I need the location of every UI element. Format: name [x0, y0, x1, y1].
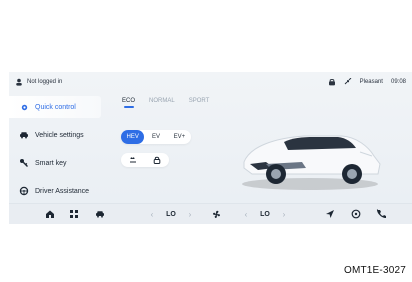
- tab-label: SPORT: [188, 98, 210, 104]
- left-temperature: LO: [159, 208, 183, 220]
- sidebar-item-label: Driver Assistance: [35, 187, 90, 195]
- right-temperature: LO: [253, 208, 277, 220]
- sidebar: Quick control Vehicle settings Smart key…: [9, 96, 101, 206]
- mode-hev-button[interactable]: HEV: [121, 130, 145, 144]
- key-icon: [19, 158, 29, 168]
- seat-heater-icon[interactable]: [127, 154, 139, 166]
- person-icon: [15, 78, 23, 86]
- car-icon: [19, 130, 29, 140]
- lock-icon: [328, 78, 336, 86]
- left-temp-increase-icon[interactable]: ›: [185, 208, 195, 220]
- sidebar-item-label: Vehicle settings: [35, 131, 84, 139]
- gear-icon: [19, 102, 29, 112]
- bottom-control-bar: ‹ LO › ‹ LO ›: [9, 203, 412, 224]
- right-temp-increase-icon[interactable]: ›: [279, 208, 289, 220]
- weather-text: Pleasant: [359, 79, 383, 85]
- sidebar-item-label: Smart key: [35, 159, 67, 167]
- figure-caption: OMT1E-3027: [343, 265, 406, 276]
- right-temp-decrease-icon[interactable]: ‹: [241, 208, 251, 220]
- sidebar-item-driver-assistance[interactable]: Driver Assistance: [9, 180, 101, 202]
- right-temp-value: LO: [260, 210, 270, 218]
- tab-eco[interactable]: ECO: [122, 98, 135, 108]
- quick-toggle-group: [121, 153, 169, 167]
- status-right: Pleasant 09:08: [328, 77, 406, 86]
- tab-sport[interactable]: SPORT: [189, 98, 210, 108]
- home-icon[interactable]: [43, 208, 57, 220]
- vehicle-illustration: [232, 112, 387, 192]
- phone-icon[interactable]: [374, 208, 388, 220]
- drive-mode-tabs: ECO NORMAL SPORT: [122, 98, 209, 108]
- left-temp-decrease-icon[interactable]: ‹: [147, 208, 157, 220]
- satellite-icon: [344, 77, 352, 86]
- navigation-icon[interactable]: [323, 208, 337, 220]
- media-icon[interactable]: [349, 208, 363, 220]
- status-left: Not logged in: [15, 78, 62, 86]
- tab-label: NORMAL: [149, 98, 175, 104]
- left-temp-value: LO: [166, 210, 176, 218]
- sidebar-item-quick-control[interactable]: Quick control: [9, 96, 101, 118]
- door-lock-icon[interactable]: [151, 154, 163, 166]
- tab-normal[interactable]: NORMAL: [149, 98, 175, 108]
- apps-icon[interactable]: [67, 208, 81, 220]
- status-bar: Not logged in Pleasant 09:08: [9, 72, 412, 90]
- mode-evplus-button[interactable]: EV+: [168, 134, 191, 140]
- clock-time: 09:08: [390, 79, 406, 85]
- sidebar-item-smart-key[interactable]: Smart key: [9, 152, 101, 174]
- infotainment-screen: Not logged in Pleasant 09:08 Quick contr…: [9, 72, 412, 224]
- car-shortcut-icon[interactable]: [93, 208, 107, 220]
- login-status[interactable]: Not logged in: [27, 79, 62, 85]
- fan-icon[interactable]: [207, 208, 225, 220]
- powertrain-mode-selector: HEV EV EV+: [121, 130, 191, 144]
- mode-ev-button[interactable]: EV: [144, 134, 167, 140]
- tab-label: ECO: [122, 98, 136, 104]
- steering-wheel-icon: [19, 186, 29, 196]
- sidebar-item-label: Quick control: [35, 103, 76, 111]
- sidebar-item-vehicle-settings[interactable]: Vehicle settings: [9, 124, 101, 146]
